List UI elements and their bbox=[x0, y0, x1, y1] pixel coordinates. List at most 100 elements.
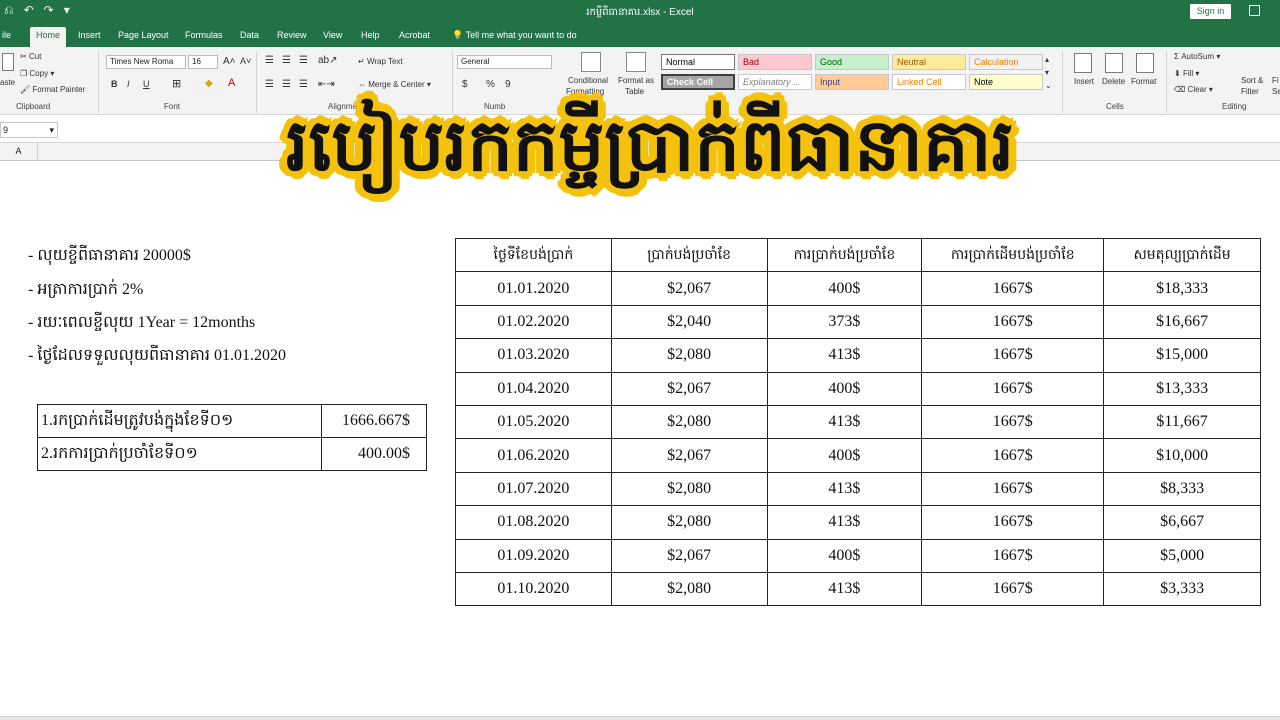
date-cell[interactable]: 01.05.2020 bbox=[455, 404, 612, 440]
cell-style-linked-cell[interactable]: Linked Cell bbox=[892, 74, 966, 90]
payment-cell[interactable]: $2,080 bbox=[610, 404, 768, 440]
header-monthly-payment[interactable]: ប្រាក់បង់ប្រចាំខែ bbox=[610, 237, 768, 273]
gallery-more-icon[interactable]: ⌄ bbox=[1045, 81, 1052, 90]
cut-button[interactable]: ✂ Cut bbox=[20, 52, 41, 61]
format-cells-button[interactable]: Format bbox=[1131, 77, 1156, 86]
payment-cell[interactable]: $2,067 bbox=[610, 538, 768, 573]
balance-cell[interactable]: $11,667 bbox=[1103, 404, 1261, 440]
header-payment-date[interactable]: ថ្ងៃទីខែបង់ប្រាក់ bbox=[455, 237, 612, 273]
indent-icon[interactable]: ⇤⇥ bbox=[318, 79, 335, 90]
gallery-scroll-up-icon[interactable]: ▴ bbox=[1045, 55, 1049, 64]
header-monthly-interest[interactable]: ការប្រាក់បង់ប្រចាំខែ bbox=[766, 237, 923, 273]
date-cell[interactable]: 01.07.2020 bbox=[455, 471, 612, 507]
conditional-formatting-button[interactable]: Conditional bbox=[568, 76, 608, 85]
date-cell[interactable]: 01.01.2020 bbox=[455, 271, 612, 306]
font-size-select[interactable]: 16 bbox=[188, 55, 218, 69]
principal-cell[interactable]: 1667$ bbox=[921, 571, 1105, 607]
cell-style-neutral[interactable]: Neutral bbox=[892, 54, 966, 70]
interest-cell[interactable]: 400$ bbox=[766, 438, 923, 473]
principal-cell[interactable]: 1667$ bbox=[921, 505, 1105, 540]
calc-value-cell[interactable]: 400.00$ bbox=[321, 437, 427, 471]
format-painter-button[interactable]: 🖌 Format Painter bbox=[20, 85, 85, 94]
format-as-table-button[interactable]: Format as bbox=[618, 76, 654, 85]
date-cell[interactable]: 01.10.2020 bbox=[455, 571, 612, 607]
borders-icon[interactable]: ⊞ bbox=[172, 77, 181, 90]
interest-cell[interactable]: 413$ bbox=[766, 571, 923, 607]
name-box[interactable]: 9 ▾ bbox=[0, 122, 58, 138]
bottom-align-icon[interactable]: ☰ bbox=[299, 55, 308, 66]
interest-cell[interactable]: 373$ bbox=[766, 304, 923, 340]
payment-cell[interactable]: $2,080 bbox=[610, 338, 768, 373]
column-header-a[interactable]: A bbox=[0, 143, 38, 160]
grow-font-icon[interactable]: A˄ bbox=[223, 56, 236, 67]
comma-button[interactable]: 9 bbox=[505, 79, 511, 90]
cell-style-bad[interactable]: Bad bbox=[738, 54, 812, 70]
top-align-icon[interactable]: ☰ bbox=[265, 55, 274, 66]
align-right-icon[interactable]: ☰ bbox=[299, 79, 308, 90]
principal-cell[interactable]: 1667$ bbox=[921, 538, 1105, 573]
orientation-icon[interactable]: ab↗ bbox=[318, 55, 338, 66]
paste-button[interactable]: aste bbox=[0, 78, 15, 87]
header-principal-balance[interactable]: សមតុល្យប្រាក់ដើម bbox=[1103, 237, 1261, 273]
calc-label-cell[interactable]: 1.រកប្រាក់ដើមត្រូវបង់ក្នុងខែទី០១ bbox=[37, 404, 322, 438]
principal-cell[interactable]: 1667$ bbox=[921, 338, 1105, 373]
sign-in-button[interactable]: Sign in bbox=[1190, 4, 1231, 19]
tab-file[interactable]: ile bbox=[0, 27, 17, 47]
tab-insert[interactable]: Insert bbox=[72, 27, 107, 47]
principal-cell[interactable]: 1667$ bbox=[921, 404, 1105, 440]
percent-button[interactable]: % bbox=[486, 79, 495, 90]
interest-cell[interactable]: 413$ bbox=[766, 505, 923, 540]
copy-button[interactable]: ❐ Copy ▾ bbox=[20, 69, 54, 78]
payment-cell[interactable]: $2,067 bbox=[610, 271, 768, 306]
tab-acrobat[interactable]: Acrobat bbox=[393, 27, 436, 47]
principal-cell[interactable]: 1667$ bbox=[921, 271, 1105, 306]
cell-style-calculation[interactable]: Calculation bbox=[969, 54, 1043, 70]
balance-cell[interactable]: $10,000 bbox=[1103, 438, 1261, 473]
date-cell[interactable]: 01.09.2020 bbox=[455, 538, 612, 573]
balance-cell[interactable]: $15,000 bbox=[1103, 338, 1261, 373]
bold-button[interactable]: B bbox=[111, 79, 118, 89]
date-cell[interactable]: 01.02.2020 bbox=[455, 304, 612, 340]
balance-cell[interactable]: $6,667 bbox=[1103, 505, 1261, 540]
shrink-font-icon[interactable]: A˅ bbox=[240, 56, 251, 66]
interest-cell[interactable]: 400$ bbox=[766, 538, 923, 573]
balance-cell[interactable]: $3,333 bbox=[1103, 571, 1261, 607]
payment-cell[interactable]: $2,040 bbox=[610, 304, 768, 340]
cell-style-normal[interactable]: Normal bbox=[661, 54, 735, 70]
wrap-text-button[interactable]: ↵ Wrap Text bbox=[358, 57, 403, 66]
calc-label-cell[interactable]: 2.រកការប្រាក់ប្រចាំខែទី០១ bbox=[37, 437, 322, 471]
delete-cells-button[interactable]: Delete bbox=[1102, 77, 1125, 86]
cell-style-good[interactable]: Good bbox=[815, 54, 889, 70]
ribbon-display-options-icon[interactable] bbox=[1249, 5, 1260, 16]
paste-icon[interactable] bbox=[2, 53, 14, 71]
font-name-select[interactable]: Times New Roma bbox=[106, 55, 186, 69]
gallery-scroll-down-icon[interactable]: ▾ bbox=[1045, 68, 1049, 77]
balance-cell[interactable]: $18,333 bbox=[1103, 271, 1261, 306]
tab-data[interactable]: Data bbox=[234, 27, 265, 47]
date-cell[interactable]: 01.08.2020 bbox=[455, 505, 612, 540]
payment-cell[interactable]: $2,080 bbox=[610, 505, 768, 540]
principal-cell[interactable]: 1667$ bbox=[921, 471, 1105, 507]
principal-cell[interactable]: 1667$ bbox=[921, 304, 1105, 340]
tab-help[interactable]: Help bbox=[355, 27, 386, 47]
currency-button[interactable]: $ bbox=[462, 79, 468, 90]
fill-button[interactable]: ⬇ Fill ▾ bbox=[1174, 69, 1199, 78]
underline-button[interactable]: U bbox=[143, 79, 150, 89]
calc-value-cell[interactable]: 1666.667$ bbox=[321, 404, 427, 438]
cell-style-input[interactable]: Input bbox=[815, 74, 889, 90]
font-color-icon[interactable]: A bbox=[228, 77, 235, 89]
date-cell[interactable]: 01.03.2020 bbox=[455, 338, 612, 373]
header-monthly-principal[interactable]: ការប្រាក់ដើមបង់ប្រចាំខែ bbox=[921, 237, 1105, 273]
payment-cell[interactable]: $2,067 bbox=[610, 371, 768, 406]
autosum-button[interactable]: Σ AutoSum ▾ bbox=[1174, 52, 1220, 61]
tab-formulas[interactable]: Formulas bbox=[179, 27, 229, 47]
tab-page-layout[interactable]: Page Layout bbox=[112, 27, 175, 47]
align-left-icon[interactable]: ☰ bbox=[265, 79, 274, 90]
name-box-dropdown-icon[interactable]: ▾ bbox=[49, 123, 54, 137]
principal-cell[interactable]: 1667$ bbox=[921, 438, 1105, 473]
number-format-select[interactable]: General bbox=[457, 55, 552, 69]
principal-cell[interactable]: 1667$ bbox=[921, 371, 1105, 406]
italic-button[interactable]: I bbox=[127, 79, 130, 89]
cell-style-explanatory[interactable]: Explanatory ... bbox=[738, 74, 812, 90]
payment-cell[interactable]: $2,067 bbox=[610, 438, 768, 473]
